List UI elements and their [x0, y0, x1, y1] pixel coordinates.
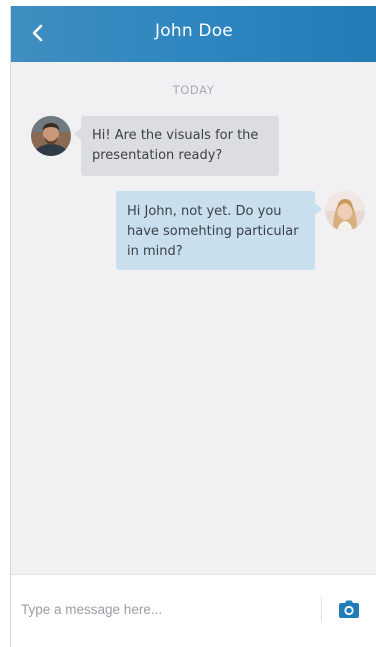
message-composer — [11, 574, 376, 647]
chat-header: John Doe — [11, 6, 376, 62]
camera-icon — [339, 600, 359, 618]
user-avatar-image — [325, 191, 365, 231]
contact-avatar-image — [31, 116, 71, 156]
incoming-message-bubble: Hi! Are the visuals for the presentation… — [74, 116, 279, 176]
message-text-line: Hi John, not yet. Do you — [127, 204, 282, 219]
outgoing-message-bubble: Hi John, not yet. Do you have somehting … — [116, 191, 322, 270]
date-separator: TODAY — [172, 83, 215, 97]
camera-button[interactable] — [337, 599, 361, 621]
contact-avatar[interactable] — [31, 116, 71, 156]
user-avatar[interactable] — [325, 191, 365, 231]
message-text-line: in mind? — [127, 244, 183, 259]
message-text-line: presentation ready? — [92, 148, 223, 163]
chat-screen: John Doe TODAY Hi! Are the visuals for t… — [10, 6, 376, 647]
message-input[interactable] — [21, 597, 311, 621]
message-text-line: have somehting particular — [127, 224, 299, 239]
composer-divider — [321, 597, 322, 622]
message-text-line: Hi! Are the visuals for the — [92, 128, 259, 143]
contact-name-title: John Doe — [155, 21, 233, 41]
